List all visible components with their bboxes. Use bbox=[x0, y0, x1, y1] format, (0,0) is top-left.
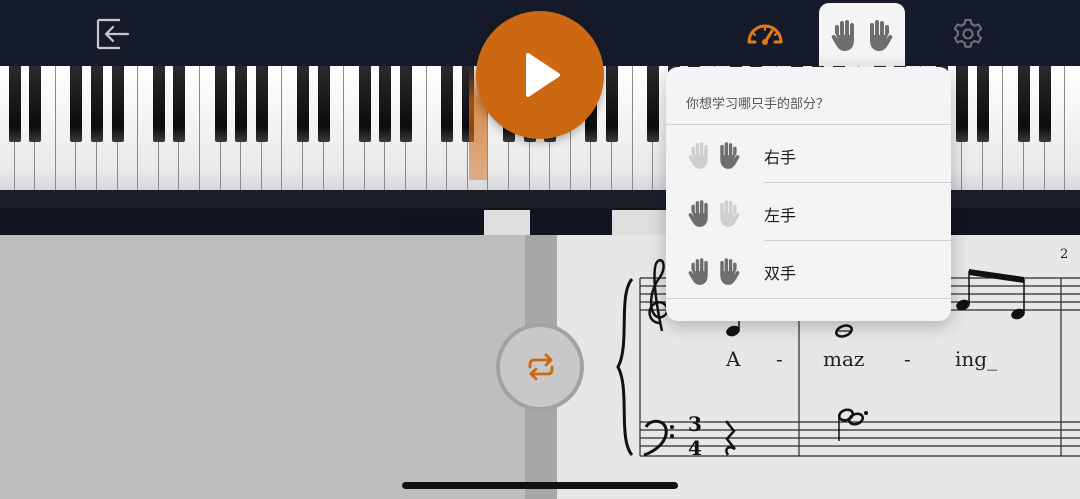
black-key[interactable] bbox=[297, 66, 309, 142]
black-key[interactable] bbox=[29, 66, 42, 142]
black-key[interactable] bbox=[8, 66, 21, 142]
option-hand-icons bbox=[688, 199, 744, 229]
black-key[interactable] bbox=[1038, 66, 1051, 142]
black-key[interactable] bbox=[379, 66, 392, 142]
play-button[interactable] bbox=[476, 11, 604, 139]
play-icon bbox=[526, 53, 560, 97]
lyric-syllable: ing_ bbox=[955, 347, 998, 371]
lyric-syllable: - bbox=[904, 347, 911, 371]
black-key[interactable] bbox=[647, 66, 660, 142]
black-key[interactable] bbox=[400, 66, 412, 142]
black-key[interactable] bbox=[317, 66, 330, 142]
gear-icon bbox=[953, 19, 983, 48]
exit-button[interactable] bbox=[92, 16, 132, 52]
exit-arrow-icon bbox=[96, 18, 130, 50]
left-hand-icon bbox=[688, 258, 708, 285]
svg-text:3: 3 bbox=[688, 412, 702, 436]
loop-icon bbox=[528, 353, 554, 381]
loop-button[interactable] bbox=[496, 323, 584, 411]
speed-button[interactable] bbox=[744, 16, 786, 50]
measure-number: 2 bbox=[1060, 247, 1069, 262]
hand-selection-menu: 你想学习哪只手的部分？ 右手 左手 双手 bbox=[666, 67, 951, 321]
option-both-hands[interactable]: 双手 bbox=[666, 241, 951, 299]
black-key[interactable] bbox=[214, 66, 227, 142]
black-key[interactable] bbox=[70, 66, 83, 142]
menu-question: 你想学习哪只手的部分？ bbox=[686, 97, 830, 112]
stand-slot bbox=[612, 210, 672, 235]
speedometer-icon bbox=[747, 24, 783, 45]
stand-slot bbox=[398, 210, 484, 235]
option-label: 左手 bbox=[764, 206, 797, 225]
left-hand-icon bbox=[688, 142, 708, 169]
svg-text:4: 4 bbox=[688, 436, 702, 460]
black-key[interactable] bbox=[976, 66, 989, 142]
black-key[interactable] bbox=[358, 66, 371, 142]
hands-selector-button[interactable] bbox=[819, 3, 905, 75]
black-key[interactable] bbox=[235, 66, 248, 142]
black-key[interactable] bbox=[441, 66, 454, 142]
lyric-syllable: maz bbox=[823, 347, 865, 371]
left-hand-icon bbox=[831, 20, 854, 51]
option-label: 右手 bbox=[764, 148, 797, 167]
option-hand-icons bbox=[688, 141, 744, 171]
black-key[interactable] bbox=[255, 66, 268, 142]
stand-slot bbox=[484, 210, 530, 235]
black-key[interactable] bbox=[606, 66, 618, 142]
lyric-syllable: - bbox=[776, 347, 783, 371]
right-hand-icon bbox=[870, 20, 893, 51]
settings-button[interactable] bbox=[950, 16, 986, 52]
option-left-hand[interactable]: 左手 bbox=[666, 183, 951, 241]
home-indicator[interactable] bbox=[402, 482, 678, 489]
right-hand-icon bbox=[720, 258, 740, 285]
option-hand-icons bbox=[688, 257, 744, 287]
option-right-hand[interactable]: 右手 bbox=[666, 125, 951, 183]
option-label: 双手 bbox=[764, 264, 797, 283]
black-key[interactable] bbox=[173, 66, 186, 142]
divider bbox=[666, 298, 951, 299]
lyric-syllable: A bbox=[726, 347, 741, 371]
right-hand-icon bbox=[720, 200, 740, 227]
black-key[interactable] bbox=[956, 66, 969, 142]
black-key[interactable] bbox=[111, 66, 124, 142]
white-key[interactable] bbox=[1065, 66, 1080, 190]
black-key[interactable] bbox=[1018, 66, 1030, 142]
black-key[interactable] bbox=[91, 66, 103, 142]
right-hand-icon bbox=[720, 142, 740, 169]
black-key[interactable] bbox=[152, 66, 165, 142]
left-hand-icon bbox=[688, 200, 708, 227]
